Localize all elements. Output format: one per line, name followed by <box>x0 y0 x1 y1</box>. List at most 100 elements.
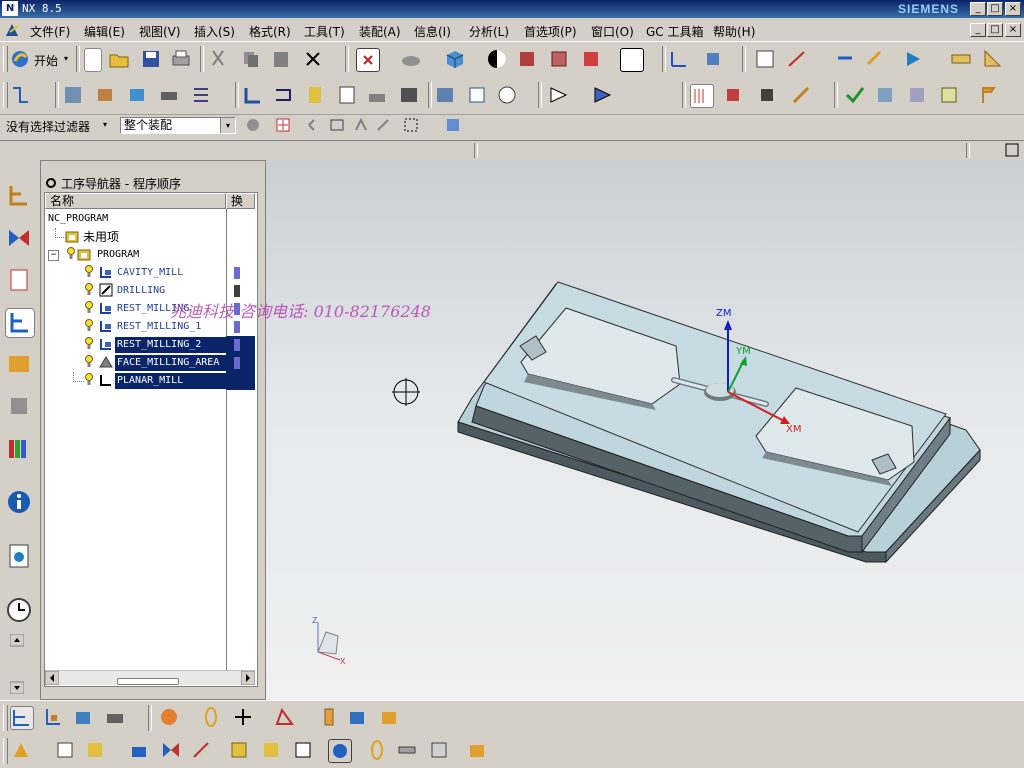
doc-close-button[interactable]: × <box>1005 23 1021 37</box>
undo-icon[interactable] <box>306 116 322 134</box>
create-tool-icon[interactable] <box>62 84 84 106</box>
column-change-header[interactable]: 换 <box>226 193 255 209</box>
info-icon[interactable] <box>5 488 33 516</box>
protractor-icon[interactable] <box>982 48 1004 70</box>
tool-path-icon[interactable] <box>790 84 812 106</box>
trim-icon[interactable] <box>54 739 76 761</box>
resource-scroll[interactable] <box>9 633 25 695</box>
fit-view-icon[interactable] <box>356 48 380 72</box>
cylinder-icon[interactable] <box>318 706 340 728</box>
snap-point-icon[interactable] <box>274 116 292 134</box>
tool-icon[interactable] <box>396 739 418 761</box>
clip-view-icon[interactable] <box>548 48 570 70</box>
create-method-icon[interactable] <box>126 84 148 106</box>
menu-file[interactable]: 文件(F) <box>30 23 70 40</box>
menu-insert[interactable]: 插入(S) <box>194 23 235 40</box>
fullscreen-icon[interactable] <box>1005 143 1019 157</box>
menu-view[interactable]: 视图(V) <box>139 23 181 40</box>
save-icon[interactable] <box>140 48 162 70</box>
ruler-icon[interactable] <box>950 48 972 70</box>
create-program-icon[interactable] <box>10 84 32 106</box>
open-icon[interactable] <box>108 48 130 70</box>
maximize-button[interactable]: □ <box>987 2 1003 16</box>
tree-row-operation-selected[interactable]: REST_MILLING_2 <box>45 336 255 354</box>
replay-path-icon[interactable] <box>272 84 294 106</box>
background-icon[interactable] <box>620 48 644 72</box>
column-name-header[interactable]: 名称 <box>45 193 226 209</box>
measure-icon[interactable] <box>864 48 886 70</box>
history-icon[interactable] <box>5 596 33 624</box>
divide-icon[interactable] <box>190 739 212 761</box>
new-icon[interactable] <box>84 48 102 72</box>
orient-icon[interactable] <box>702 48 724 70</box>
view-cube-icon[interactable] <box>444 116 462 134</box>
list-path-icon[interactable] <box>304 84 326 106</box>
library-icon[interactable] <box>5 434 33 462</box>
copy-icon[interactable] <box>240 48 262 70</box>
generate-all-icon[interactable] <box>158 706 180 728</box>
graphics-viewport[interactable]: ZM YM XM Z X <box>266 160 1024 700</box>
geometry-view-icon[interactable] <box>722 84 744 106</box>
shade-toggle-icon[interactable] <box>486 48 508 70</box>
wcs-icon[interactable] <box>668 48 690 70</box>
scroll-right-icon[interactable] <box>241 671 255 685</box>
menu-help[interactable]: 帮助(H) <box>713 23 755 40</box>
web-browser-icon[interactable] <box>5 542 33 570</box>
region-icon[interactable] <box>228 739 250 761</box>
verify-path-icon[interactable] <box>336 84 358 106</box>
app-menu-icon[interactable] <box>4 22 20 38</box>
link-icon[interactable] <box>200 706 222 728</box>
scope-dropdown[interactable]: 整个装配 ▾ <box>120 117 236 134</box>
plus-icon[interactable] <box>232 706 254 728</box>
constraint-navigator-icon[interactable] <box>5 224 33 252</box>
feature-icon[interactable] <box>874 84 896 106</box>
verify-icon[interactable] <box>328 739 352 763</box>
operation-navigator-icon[interactable] <box>5 308 35 338</box>
tree-horizontal-scrollbar[interactable] <box>45 670 255 685</box>
menu-information[interactable]: 信息(I) <box>414 23 451 40</box>
select-body-icon[interactable] <box>352 116 370 134</box>
shaded-cube-icon[interactable] <box>444 48 466 70</box>
properties-icon[interactable] <box>190 84 212 106</box>
doc-restore-button[interactable]: □ <box>987 23 1003 37</box>
tree-row-unused[interactable]: 未用项 <box>45 228 255 246</box>
select-face-icon[interactable] <box>328 116 346 134</box>
tree-row-nc-program[interactable]: NC_PROGRAM <box>45 210 255 228</box>
machine-tool-view-icon[interactable] <box>42 706 64 728</box>
menu-gc-toolkit[interactable]: GC 工具箱 <box>646 23 704 40</box>
menu-edit[interactable]: 编辑(E) <box>84 23 125 40</box>
blocks-icon[interactable] <box>292 739 314 761</box>
create-operation-icon[interactable] <box>158 84 180 106</box>
filter-dropdown[interactable]: ▾ <box>96 117 112 134</box>
tree-row-program[interactable]: − PROGRAM <box>45 246 255 264</box>
postprocess-icon[interactable] <box>398 84 420 106</box>
flag-icon[interactable] <box>978 84 1000 106</box>
menu-analysis[interactable]: 分析(L) <box>469 23 509 40</box>
tree-row-operation-selected[interactable]: FACE_MILLING_AREA <box>45 354 255 372</box>
time-icon[interactable] <box>496 84 518 106</box>
workpiece-icon[interactable] <box>346 706 368 728</box>
method-view-icon[interactable] <box>756 84 778 106</box>
select-gear-icon[interactable] <box>244 116 262 134</box>
add-geometry-icon[interactable] <box>84 739 106 761</box>
menu-format[interactable]: 格式(R) <box>249 23 291 40</box>
view-section-icon[interactable] <box>516 48 538 70</box>
report-icon[interactable] <box>938 84 960 106</box>
menu-assemblies[interactable]: 装配(A) <box>359 23 401 40</box>
accept-icon[interactable] <box>844 84 866 106</box>
doc-minimize-button[interactable]: _ <box>970 23 986 37</box>
boundary-icon[interactable] <box>128 739 150 761</box>
menu-preferences[interactable]: 首选项(P) <box>524 23 577 40</box>
blank-icon[interactable] <box>378 706 400 728</box>
program-order-view-icon[interactable] <box>10 706 34 730</box>
output-cls-icon[interactable] <box>466 84 488 106</box>
minimize-button[interactable]: _ <box>970 2 986 16</box>
render-style-icon[interactable] <box>400 48 422 70</box>
machine-navigator-icon[interactable] <box>5 350 33 378</box>
tool-view-icon[interactable] <box>690 84 714 108</box>
shop-docs-icon[interactable] <box>434 84 456 106</box>
simulate-icon[interactable] <box>366 84 388 106</box>
assembly-icon[interactable] <box>906 84 928 106</box>
geometry-view-bottom-icon[interactable] <box>72 706 94 728</box>
scroll-thumb[interactable] <box>117 678 179 685</box>
